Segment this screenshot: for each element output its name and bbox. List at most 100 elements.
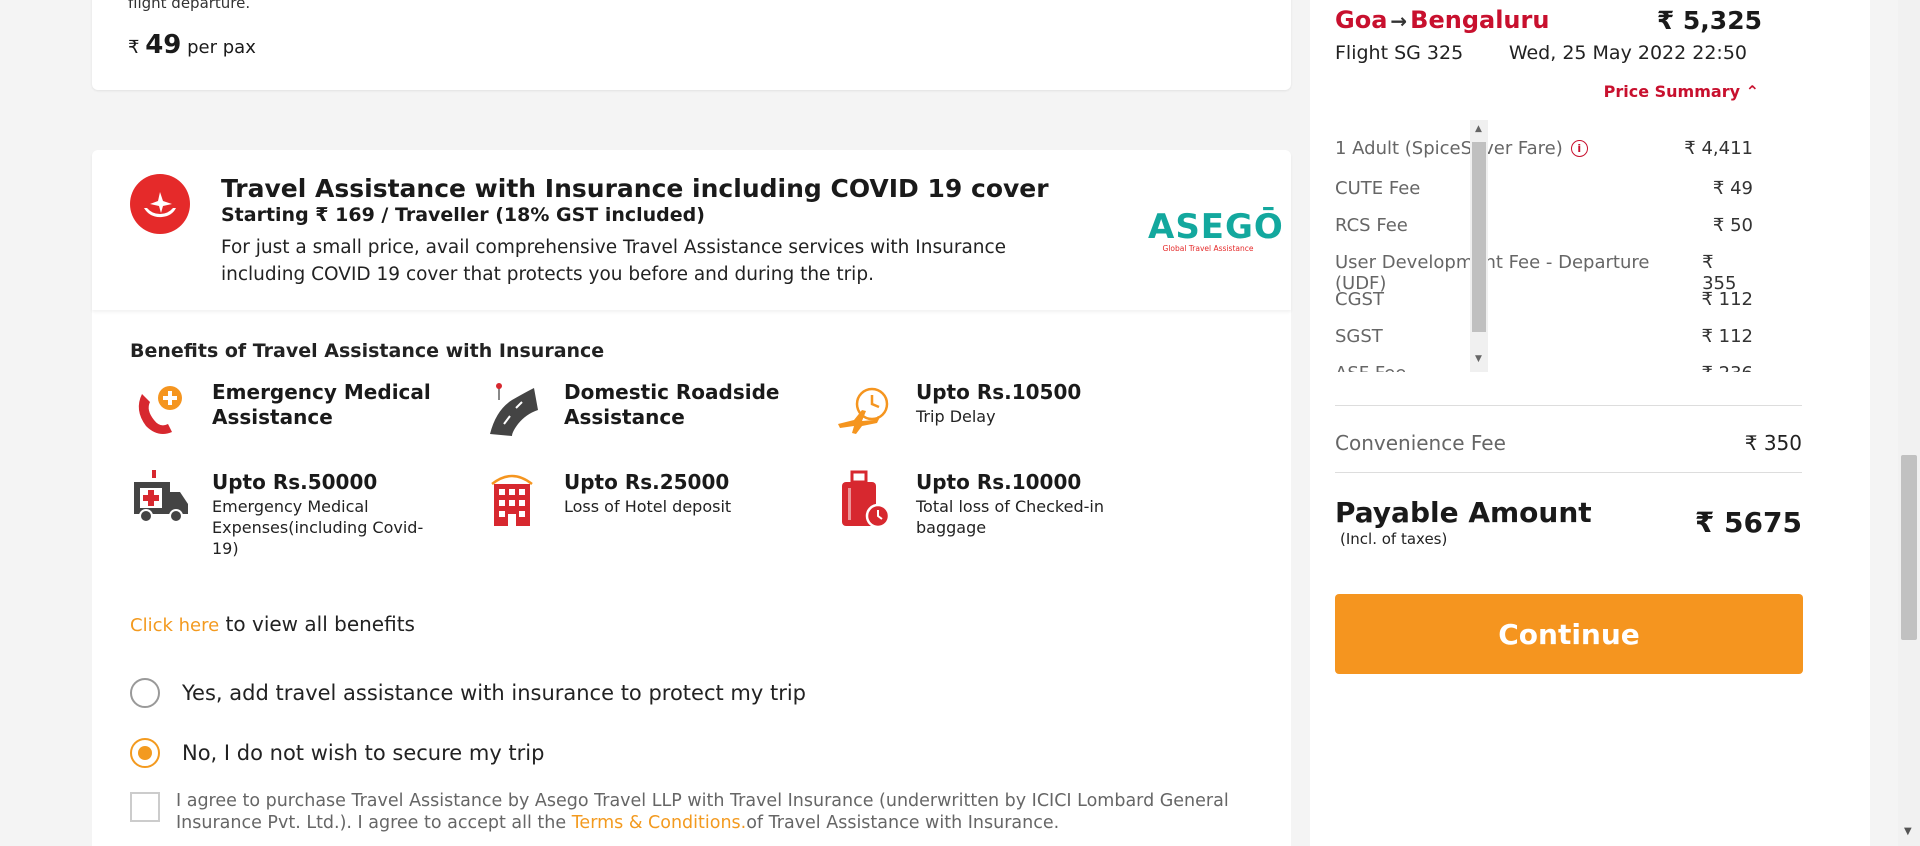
- option-yes-label: Yes, add travel assistance with insuranc…: [182, 681, 807, 705]
- fare-label: SGST: [1335, 326, 1383, 347]
- travel-insurance-card: Travel Assistance with Insurance includi…: [92, 150, 1291, 846]
- fare-row: User Development Fee - Departure (UDF) ₹…: [1335, 252, 1753, 294]
- payable-tax-note: (Incl. of taxes): [1340, 530, 1448, 548]
- asego-logo-text: ASEGŌ: [1148, 207, 1284, 247]
- agree-checkbox[interactable]: [130, 792, 160, 822]
- terms-link[interactable]: Terms & Conditions.: [572, 813, 747, 833]
- road-icon: [490, 383, 538, 436]
- fare-amount: ₹ 355: [1702, 252, 1737, 294]
- fare-label: RCS Fee: [1335, 215, 1408, 236]
- benefit-subtitle: Trip Delay: [916, 407, 996, 426]
- route-to: Bengaluru: [1410, 6, 1550, 34]
- asego-logo-tagline: Global Travel Assistance: [1162, 244, 1254, 253]
- insurance-option-yes[interactable]: Yes, add travel assistance with insuranc…: [130, 678, 806, 708]
- benefit-subtitle: Loss of Hotel deposit: [564, 497, 732, 516]
- benefit-item: Emergency Medical Assistance: [130, 380, 460, 440]
- fare-label: CGST: [1335, 289, 1384, 310]
- price-summary-panel: Goa → Bengaluru ₹ 5,325 Flight SG 325 Wed,…: [1310, 0, 1870, 846]
- agree-text-after: of Travel Assistance with Insurance.: [746, 813, 1060, 833]
- insurance-subtitle: Starting ₹ 169 / Traveller (18% GST incl…: [221, 204, 705, 226]
- fare-amount: ₹ 236: [1701, 363, 1753, 372]
- convenience-fee-label: Convenience Fee: [1335, 431, 1506, 455]
- flight-option-card: [92, 0, 1291, 90]
- flight-number: Flight SG 325: [1335, 42, 1464, 64]
- divider: [1335, 472, 1802, 473]
- suitcase-icon: [842, 470, 891, 529]
- arrow-right-icon: →: [1390, 9, 1408, 33]
- fare-row: CGST ₹ 112: [1335, 289, 1753, 310]
- route-from: Goa: [1335, 6, 1388, 34]
- insurance-title: Travel Assistance with Insurance includi…: [221, 174, 1049, 203]
- insurance-header: Travel Assistance with Insurance includi…: [92, 150, 1291, 310]
- flight-datetime: Wed, 25 May 2022 22:50: [1508, 42, 1747, 64]
- page-scrollbar-thumb[interactable]: [1901, 455, 1917, 640]
- scroll-down-icon[interactable]: ▼: [1475, 354, 1482, 364]
- fare-row: 1 Adult (SpiceSaver Fare) i ₹ 4,411: [1335, 138, 1753, 159]
- insurance-option-no[interactable]: No, I do not wish to secure my trip: [130, 738, 544, 768]
- option-no-label: No, I do not wish to secure my trip: [182, 741, 545, 765]
- fare-row: CUTE Fee ₹ 49: [1335, 178, 1753, 199]
- fare-amount: ₹ 112: [1701, 289, 1753, 310]
- fare-label: 1 Adult (SpiceSaver Fare) i: [1335, 138, 1588, 159]
- chevron-up-icon: ⌃: [1745, 82, 1759, 101]
- flight-note-text: flight departure.: [128, 0, 251, 12]
- fare-amount: ₹ 112: [1701, 326, 1753, 347]
- benefits-title: Benefits of Travel Assistance with Insur…: [130, 340, 605, 362]
- continue-button[interactable]: Continue: [1335, 594, 1803, 674]
- fare-list-scrollbar[interactable]: ▲ ▼: [1470, 120, 1488, 372]
- fare-row: RCS Fee ₹ 50: [1335, 215, 1753, 236]
- plane-clock-icon: [838, 387, 889, 434]
- benefit-title: Upto Rs.10500: [916, 380, 1082, 404]
- hotel-icon: [491, 474, 533, 526]
- convenience-fee-amount: ₹ 350: [1744, 431, 1802, 455]
- divider: [1335, 405, 1802, 406]
- fare-label: ASF Fee: [1335, 363, 1406, 372]
- page-scrollbar[interactable]: ▼: [1898, 0, 1920, 846]
- medical-phone-icon: [138, 386, 182, 434]
- view-benefits-line: Click here to view all benefits: [130, 612, 415, 636]
- ambulance-icon: [134, 470, 188, 523]
- scroll-up-icon[interactable]: ▲: [1475, 124, 1482, 134]
- price-summary-toggle[interactable]: Price Summary ⌃: [1604, 82, 1759, 101]
- fare-label: User Development Fee - Departure (UDF): [1335, 252, 1650, 294]
- benefit-title: Emergency Medical Assistance: [212, 380, 431, 429]
- benefit-item: Domestic Roadside Assistance: [482, 380, 812, 440]
- benefit-subtitle: Total loss of Checked-in baggage: [916, 497, 1104, 537]
- benefit-item: Upto Rs.50000 Emergency Medical Expenses…: [130, 470, 460, 560]
- fare-label: CUTE Fee: [1335, 178, 1421, 199]
- fare-amount: ₹ 4,411: [1684, 138, 1753, 159]
- click-here-link[interactable]: Click here: [130, 615, 219, 636]
- benefit-title: Domestic Roadside Assistance: [564, 380, 780, 429]
- asego-logo: ASEGŌ Global Travel Assistance: [1148, 207, 1284, 253]
- route-title: Goa → Bengaluru: [1335, 6, 1549, 34]
- benefit-title: Upto Rs.25000: [564, 470, 730, 494]
- radio-no[interactable]: [130, 738, 160, 768]
- fare-amount: ₹ 50: [1712, 215, 1753, 236]
- price-summary-label: Price Summary: [1603, 82, 1741, 101]
- plane-hand-icon: [130, 174, 190, 234]
- price-value: 49: [145, 30, 182, 60]
- insurance-description: For just a small price, avail comprehens…: [221, 237, 1007, 285]
- scroll-down-icon[interactable]: ▼: [1904, 826, 1912, 837]
- fare-breakdown-list[interactable]: 1 Adult (SpiceSaver Fare) i ₹ 4,411 CUTE …: [1335, 120, 1777, 372]
- fare-label-text: 1 Adult (SpiceSaver Fare): [1335, 138, 1563, 159]
- per-pax-label: per pax: [187, 37, 256, 58]
- fare-amount: ₹ 49: [1712, 178, 1753, 199]
- fare-row: SGST ₹ 112: [1335, 326, 1753, 347]
- benefit-title: Upto Rs.10000: [916, 470, 1082, 494]
- radio-yes[interactable]: [130, 678, 160, 708]
- fare-price: ₹ 5,325: [1656, 6, 1762, 35]
- per-pax-price: ₹ 49 per pax: [128, 30, 256, 60]
- benefit-item: Upto Rs.10500 Trip Delay: [834, 380, 1164, 440]
- benefit-item: Upto Rs.25000 Loss of Hotel deposit: [482, 470, 812, 530]
- benefit-title: Upto Rs.50000: [212, 470, 378, 494]
- agree-terms: I agree to purchase Travel Assistance by…: [130, 790, 1250, 834]
- benefit-item: Upto Rs.10000 Total loss of Checked-in b…: [834, 470, 1164, 540]
- scrollbar-thumb[interactable]: [1472, 142, 1486, 332]
- currency-symbol: ₹: [128, 37, 140, 58]
- payable-amount-value: ₹ 5675: [1694, 506, 1802, 539]
- fare-row: ASF Fee ₹ 236: [1335, 363, 1753, 372]
- view-benefits-text: to view all benefits: [219, 612, 415, 636]
- info-icon[interactable]: i: [1570, 140, 1588, 157]
- payable-amount-label: Payable Amount: [1335, 496, 1592, 529]
